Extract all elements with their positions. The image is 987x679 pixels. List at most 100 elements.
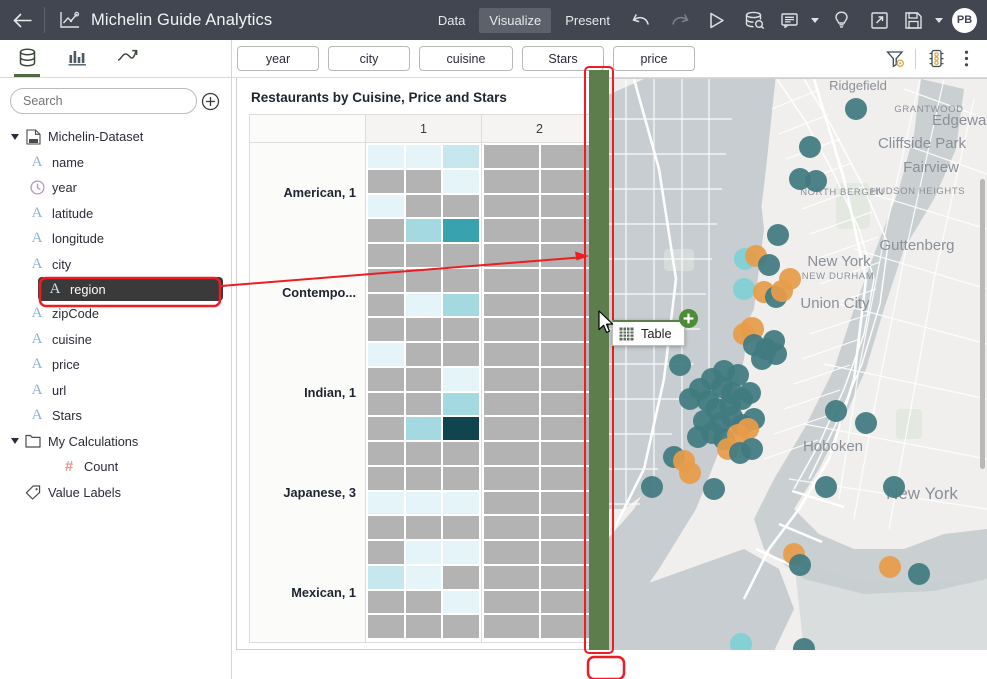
map-marker[interactable]	[758, 254, 780, 276]
heatmap-cell[interactable]	[484, 417, 539, 440]
heatmap-cell[interactable]	[405, 466, 442, 490]
map-marker[interactable]	[679, 462, 701, 484]
tree-item-price[interactable]: Aprice	[0, 352, 231, 378]
tree-item-city[interactable]: Acity	[0, 252, 231, 278]
map-marker[interactable]	[879, 556, 901, 578]
heatmap-cell[interactable]	[405, 541, 442, 564]
heatmap-cell[interactable]	[368, 417, 404, 440]
heatmap-cell[interactable]	[540, 392, 595, 416]
heatmap-cell[interactable]	[540, 343, 595, 366]
tree-item-region[interactable]: Aregion	[38, 277, 223, 301]
heatmap-cell[interactable]	[443, 268, 480, 292]
filter-chip-city[interactable]: city	[328, 46, 410, 71]
heatmap-cell[interactable]	[484, 466, 539, 490]
heatmap-cell[interactable]	[484, 268, 539, 292]
save-icon[interactable]	[898, 0, 928, 40]
tree-item-my-calculations[interactable]: My Calculations	[0, 429, 231, 455]
heatmap-cell[interactable]	[368, 367, 404, 391]
heatmap-cell[interactable]	[405, 615, 442, 638]
heatmap-cell[interactable]	[405, 293, 442, 317]
map-scrollbar[interactable]	[980, 179, 985, 469]
kebab-menu-icon[interactable]	[951, 44, 981, 74]
heatmap-cell[interactable]	[368, 466, 404, 490]
map-marker[interactable]	[733, 278, 755, 300]
heatmap-cell[interactable]	[443, 516, 480, 539]
heatmap-cell[interactable]	[443, 343, 480, 366]
heatmap-cell[interactable]	[540, 367, 595, 391]
heatmap-cell[interactable]	[540, 541, 595, 564]
heatmap-cell[interactable]	[484, 541, 539, 564]
map-marker[interactable]	[825, 400, 847, 422]
heatmap-cell[interactable]	[443, 219, 480, 242]
tree-item-zipcode[interactable]: AzipCode	[0, 301, 231, 327]
heatmap-cell[interactable]	[368, 442, 404, 465]
drop-target-bar[interactable]	[589, 70, 609, 650]
heatmap-cell[interactable]	[405, 392, 442, 416]
heatmap-cell[interactable]	[443, 466, 480, 490]
heatmap-cell[interactable]	[540, 145, 595, 168]
heatmap-cell[interactable]	[368, 516, 404, 539]
plus-circle-icon[interactable]	[197, 88, 223, 114]
heatmap-cell[interactable]	[368, 343, 404, 366]
map-marker[interactable]	[855, 412, 877, 434]
data-source-icon[interactable]	[736, 0, 774, 40]
map-visualization[interactable]: RidgefieldGRANTWOODEdgewaterCliffside Pa…	[604, 78, 987, 650]
map-marker[interactable]	[751, 348, 773, 370]
map-marker[interactable]	[845, 98, 867, 120]
export-icon[interactable]	[860, 0, 898, 40]
map-marker[interactable]	[805, 170, 827, 192]
heatmap-cell[interactable]	[443, 145, 480, 168]
heatmap-cell[interactable]	[368, 194, 404, 218]
heatmap-cell[interactable]	[443, 417, 480, 440]
map-marker[interactable]	[703, 478, 725, 500]
heatmap-cell[interactable]	[540, 516, 595, 539]
heatmap-cell[interactable]	[405, 318, 442, 341]
heatmap-cell[interactable]	[368, 541, 404, 564]
map-marker[interactable]	[741, 438, 763, 460]
heatmap-cell[interactable]	[540, 491, 595, 515]
heatmap-cell[interactable]	[484, 169, 539, 193]
heatmap-cell[interactable]	[484, 491, 539, 515]
chevron-down-icon[interactable]	[928, 0, 946, 40]
heatmap-cell[interactable]	[443, 169, 480, 193]
heatmap-cell[interactable]	[540, 466, 595, 490]
heatmap-cell[interactable]	[443, 367, 480, 391]
heatmap-cell[interactable]	[443, 491, 480, 515]
map-marker[interactable]	[771, 280, 793, 302]
heatmap-cell[interactable]	[405, 219, 442, 242]
heatmap-cell[interactable]	[368, 268, 404, 292]
heatmap-cell[interactable]	[405, 565, 442, 589]
avatar[interactable]: PB	[952, 7, 977, 33]
heatmap-cell[interactable]	[368, 293, 404, 317]
heatmap-cell[interactable]	[484, 343, 539, 366]
heatmap-cell[interactable]	[368, 318, 404, 341]
heatmap-cell[interactable]	[484, 293, 539, 317]
heatmap-cell[interactable]	[405, 169, 442, 193]
heatmap-cell[interactable]	[443, 318, 480, 341]
menu-item-data[interactable]: Data	[428, 8, 475, 33]
heatmap-cell[interactable]	[484, 244, 539, 267]
heatmap-cell[interactable]	[405, 343, 442, 366]
heatmap-cell[interactable]	[484, 442, 539, 465]
heatmap-cell[interactable]	[368, 145, 404, 168]
heatmap-cell[interactable]	[540, 318, 595, 341]
heatmap-cell[interactable]	[405, 516, 442, 539]
map-marker[interactable]	[669, 354, 691, 376]
tree-item-year[interactable]: year	[0, 175, 231, 201]
heatmap-cell[interactable]	[443, 565, 480, 589]
insight-icon[interactable]	[822, 0, 860, 40]
tree-item-michelin-dataset[interactable]: Michelin-Dataset	[0, 124, 231, 150]
heatmap-cell[interactable]	[484, 219, 539, 242]
heatmap-cell[interactable]	[540, 442, 595, 465]
tree-item-url[interactable]: Aurl	[0, 378, 231, 404]
heatmap-cell[interactable]	[405, 417, 442, 440]
heatmap-cell[interactable]	[484, 367, 539, 391]
tree-expander[interactable]	[8, 133, 22, 140]
back-arrow-icon[interactable]	[0, 0, 44, 40]
search-input[interactable]	[10, 88, 197, 114]
run-icon[interactable]	[698, 0, 736, 40]
map-marker[interactable]	[767, 224, 789, 246]
map-marker[interactable]	[908, 563, 930, 585]
heatmap-cell[interactable]	[405, 590, 442, 614]
filter-chip-cuisine[interactable]: cuisine	[419, 46, 513, 71]
